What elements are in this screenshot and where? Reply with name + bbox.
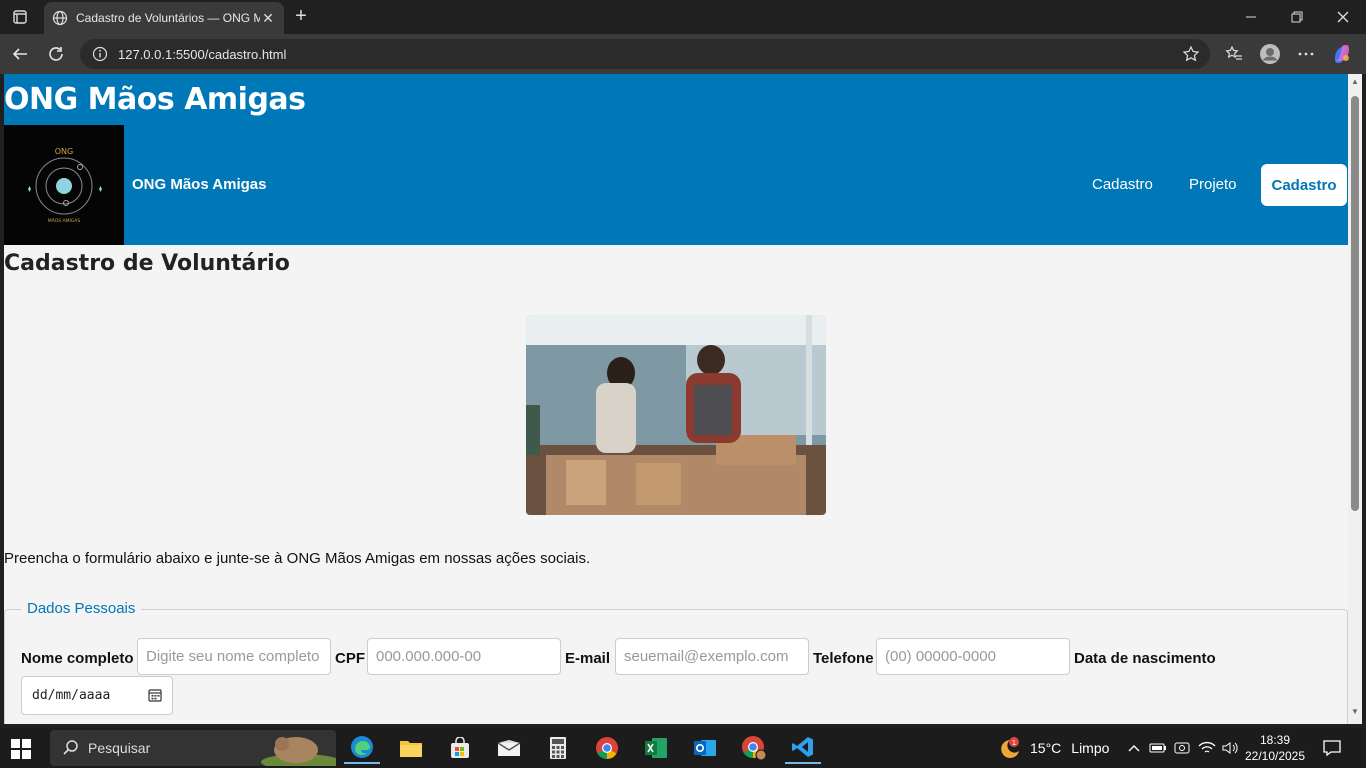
mail-icon[interactable]: [491, 732, 527, 764]
site-header: ONG Mãos Amigas ONG MÃOS AMIGAS ONG Mãos…: [4, 74, 1348, 245]
tab-title: Cadastro de Voluntários — ONG M: [76, 11, 260, 25]
globe-icon: [52, 10, 68, 26]
address-bar[interactable]: 127.0.0.1:5500/cadastro.html: [80, 39, 1210, 69]
scroll-down-icon[interactable]: ▼: [1351, 708, 1359, 716]
more-options-icon[interactable]: [1292, 40, 1320, 68]
back-arrow-icon[interactable]: [6, 40, 34, 68]
logo-bottom-text: MÃOS AMIGAS: [48, 217, 81, 224]
store-icon[interactable]: [442, 732, 478, 764]
birth-date-input[interactable]: dd/mm/aaaa: [21, 676, 173, 715]
close-window-icon[interactable]: [1320, 0, 1366, 34]
tab-actions-icon[interactable]: [8, 6, 32, 28]
vertical-scrollbar[interactable]: ▲ ▼: [1348, 74, 1362, 724]
favorites-icon[interactable]: [1220, 40, 1248, 68]
battery-icon[interactable]: [1148, 738, 1168, 758]
scrollbar-thumb[interactable]: [1351, 96, 1359, 511]
phone-label: Telefone: [813, 650, 874, 667]
new-tab-icon[interactable]: +: [290, 6, 312, 28]
nav-link-cadastro[interactable]: Cadastro: [1092, 176, 1153, 193]
clock-date: 22/10/2025: [1244, 749, 1306, 763]
email-label: E-mail: [565, 650, 611, 667]
name-label: Nome completo: [21, 650, 134, 667]
cpf-label: CPF: [335, 650, 365, 667]
search-highlight-icon: [261, 737, 336, 766]
moon-weather-icon: 1: [1001, 737, 1019, 758]
camera-icon[interactable]: [1172, 738, 1192, 758]
notifications-icon[interactable]: [1322, 738, 1342, 758]
clock-time: 18:39: [1259, 733, 1291, 747]
chrome-profile-icon[interactable]: [736, 732, 772, 764]
vscode-icon[interactable]: [785, 732, 821, 764]
file-explorer-icon[interactable]: [393, 732, 429, 764]
excel-icon[interactable]: [638, 732, 674, 764]
cpf-input[interactable]: 000.000.000-00: [367, 638, 561, 675]
nav-link-cadastro-active[interactable]: Cadastro: [1261, 164, 1347, 206]
personal-data-fieldset: Dados Pessoais Nome completo Digite seu …: [4, 600, 1348, 724]
reload-icon[interactable]: [42, 40, 70, 68]
site-title: ONG Mãos Amigas: [4, 82, 306, 117]
calendar-icon[interactable]: [148, 688, 162, 702]
logo-top-text: ONG: [55, 147, 73, 156]
minimize-icon[interactable]: [1228, 0, 1274, 34]
logo: ONG MÃOS AMIGAS: [4, 125, 124, 245]
volunteers-photo: [526, 315, 826, 515]
browser-titlebar: Cadastro de Voluntários — ONG M ✕ +: [0, 0, 1366, 34]
taskbar: Pesquisar 1 15°C Limpo 18:39 22/10/2025: [0, 728, 1366, 768]
birth-date-value: dd/mm/aaaa: [32, 688, 111, 703]
browser-tab[interactable]: Cadastro de Voluntários — ONG M ✕: [44, 2, 284, 34]
weather-temp: 15°C: [1030, 740, 1062, 756]
calculator-icon[interactable]: [540, 732, 576, 764]
close-tab-icon[interactable]: ✕: [260, 10, 276, 27]
site-info-icon[interactable]: [92, 46, 108, 62]
edge-app-icon[interactable]: [344, 732, 380, 764]
outlook-icon[interactable]: [687, 732, 723, 764]
taskbar-search[interactable]: Pesquisar: [50, 730, 336, 766]
search-icon: [63, 740, 78, 755]
search-placeholder: Pesquisar: [88, 740, 151, 756]
copilot-icon[interactable]: [1328, 40, 1356, 68]
restore-icon[interactable]: [1274, 0, 1320, 34]
phone-input[interactable]: (00) 00000-0000: [876, 638, 1070, 675]
system-clock[interactable]: 18:39 22/10/2025: [1242, 732, 1308, 764]
browser-toolbar: 127.0.0.1:5500/cadastro.html: [0, 34, 1366, 74]
scroll-up-icon[interactable]: ▲: [1351, 78, 1359, 86]
wifi-icon[interactable]: [1197, 738, 1217, 758]
profile-avatar-icon[interactable]: [1256, 40, 1284, 68]
brand-name: ONG Mãos Amigas: [132, 176, 267, 193]
email-input[interactable]: seuemail@exemplo.com: [615, 638, 809, 675]
favorite-star-icon[interactable]: [1182, 45, 1200, 63]
nav-link-projeto[interactable]: Projeto: [1189, 176, 1237, 193]
weather-desc: Limpo: [1071, 740, 1110, 756]
weather-widget[interactable]: 1 15°C Limpo: [996, 736, 1109, 760]
windows-start-icon[interactable]: [10, 738, 32, 760]
birth-date-label: Data de nascimento: [1074, 650, 1216, 667]
intro-text: Preencha o formulário abaixo e junte-se …: [4, 550, 591, 567]
url-text[interactable]: 127.0.0.1:5500/cadastro.html: [118, 47, 286, 62]
page-heading: Cadastro de Voluntário: [4, 251, 290, 276]
speaker-icon[interactable]: [1220, 738, 1240, 758]
chevron-up-icon[interactable]: [1124, 738, 1144, 758]
fieldset-legend: Dados Pessoais: [21, 600, 142, 617]
svg-text:1: 1: [1012, 739, 1016, 747]
name-input[interactable]: Digite seu nome completo: [137, 638, 331, 675]
chrome-icon[interactable]: [589, 732, 625, 764]
page-viewport: ONG Mãos Amigas ONG MÃOS AMIGAS ONG Mãos…: [4, 74, 1348, 724]
